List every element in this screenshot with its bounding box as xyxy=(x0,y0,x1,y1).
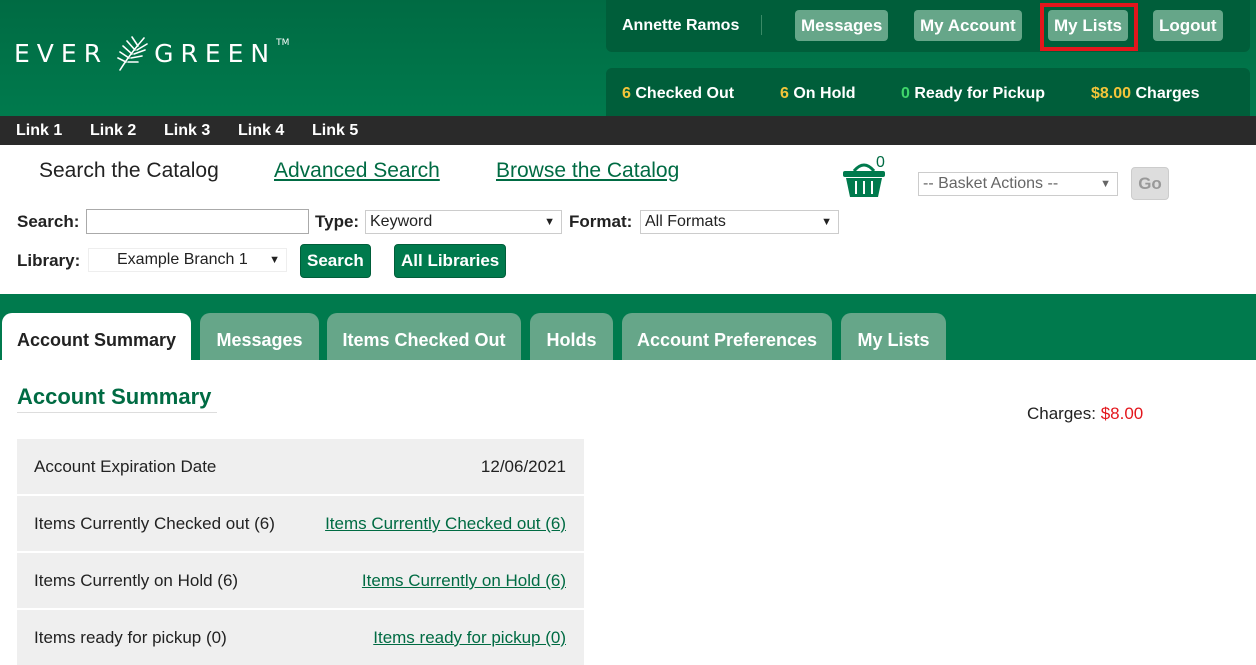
on-hold-count: 6 xyxy=(780,85,789,102)
tab-holds[interactable]: Holds xyxy=(530,313,613,360)
chevron-down-icon: ▼ xyxy=(269,254,280,266)
summary-row-label: Account Expiration Date xyxy=(34,457,217,476)
summary-row-ready-pickup: Items ready for pickup (0) Items ready f… xyxy=(17,610,584,665)
checked-out-link[interactable]: Items Currently Checked out (6) xyxy=(325,514,566,534)
logo-text-left: EVER xyxy=(14,38,109,68)
on-hold-status[interactable]: 6 On Hold xyxy=(780,85,856,103)
type-label: Type: xyxy=(315,212,360,231)
account-summary-heading: Account Summary xyxy=(17,384,212,409)
basket-actions-value: -- Basket Actions -- xyxy=(923,175,1059,192)
fern-icon xyxy=(117,36,148,71)
link-2[interactable]: Link 2 xyxy=(90,122,136,140)
checked-out-status[interactable]: 6 Checked Out xyxy=(622,85,734,103)
on-hold-link[interactable]: Items Currently on Hold (6) xyxy=(362,571,566,591)
library-select[interactable]: Example Branch 1 ▼ xyxy=(88,248,287,272)
user-bar: Annette Ramos Messages My Account My Lis… xyxy=(606,0,1250,52)
library-value: Example Branch 1 xyxy=(117,251,248,268)
summary-row-checked-out: Items Currently Checked out (6) Items Cu… xyxy=(17,496,584,551)
summary-row-label: Items Currently Checked out (6) xyxy=(34,514,275,533)
type-select[interactable]: Keyword ▼ xyxy=(365,210,562,234)
browse-catalog-link[interactable]: Browse the Catalog xyxy=(496,159,679,183)
chevron-down-icon: ▼ xyxy=(1100,178,1111,190)
username: Annette Ramos xyxy=(622,17,740,34)
basket-actions-select[interactable]: -- Basket Actions -- ▼ xyxy=(918,172,1118,196)
charges-summary-label: Charges: xyxy=(1027,404,1096,423)
link-1[interactable]: Link 1 xyxy=(16,122,62,140)
type-value: Keyword xyxy=(370,213,433,230)
chevron-down-icon: ▼ xyxy=(544,216,555,228)
checked-out-count: 6 xyxy=(622,85,631,102)
account-status-bar: 6 Checked Out 6 On Hold 0 Ready for Pick… xyxy=(606,68,1250,116)
expiration-date-value: 12/06/2021 xyxy=(480,457,566,476)
charges-summary: Charges: $8.00 xyxy=(1027,404,1143,424)
tab-my-lists[interactable]: My Lists xyxy=(841,313,946,360)
account-tabs-bar: Account Summary Messages Items Checked O… xyxy=(0,294,1256,360)
tab-messages[interactable]: Messages xyxy=(200,313,319,360)
charges-amount: $8.00 xyxy=(1091,85,1132,102)
summary-row-expiration: Account Expiration Date 12/06/2021 xyxy=(17,439,584,494)
charges-status[interactable]: $8.00 Charges xyxy=(1091,85,1200,103)
charges-summary-amount: $8.00 xyxy=(1100,404,1144,423)
link-4[interactable]: Link 4 xyxy=(238,122,284,140)
search-catalog-title: Search the Catalog xyxy=(39,159,219,182)
logo-text-right: GREEN xyxy=(154,38,277,68)
link-5[interactable]: Link 5 xyxy=(312,122,358,140)
heading-divider xyxy=(17,412,217,413)
tab-account-preferences[interactable]: Account Preferences xyxy=(622,313,832,360)
search-input[interactable] xyxy=(86,209,309,234)
summary-row-label: Items ready for pickup (0) xyxy=(34,628,227,647)
format-label: Format: xyxy=(569,212,633,231)
logo-trademark: TM xyxy=(276,38,290,48)
all-libraries-button[interactable]: All Libraries xyxy=(394,244,507,278)
ready-label: Ready for Pickup xyxy=(914,85,1046,102)
ready-count: 0 xyxy=(901,85,910,102)
checked-out-label: Checked Out xyxy=(635,85,735,102)
search-label: Search: xyxy=(17,212,80,231)
chevron-down-icon: ▼ xyxy=(821,216,832,228)
charges-label: Charges xyxy=(1135,85,1200,102)
tab-account-summary[interactable]: Account Summary xyxy=(2,313,191,360)
summary-row-label: Items Currently on Hold (6) xyxy=(34,571,239,590)
on-hold-label: On Hold xyxy=(793,85,856,102)
ready-pickup-link[interactable]: Items ready for pickup (0) xyxy=(373,628,566,648)
go-button[interactable]: Go xyxy=(1131,167,1169,200)
search-button[interactable]: Search xyxy=(300,244,371,278)
link-3[interactable]: Link 3 xyxy=(164,122,210,140)
messages-button[interactable]: Messages xyxy=(795,10,889,41)
links-bar: Link 1 Link 2 Link 3 Link 4 Link 5 xyxy=(0,116,1256,145)
site-header: EVER GREEN TM Annette Ramos Messages My … xyxy=(0,0,1256,116)
ready-for-pickup-status[interactable]: 0 Ready for Pickup xyxy=(901,85,1045,103)
my-account-button[interactable]: My Account xyxy=(914,10,1022,41)
library-label: Library: xyxy=(17,251,81,270)
format-select[interactable]: All Formats ▼ xyxy=(640,210,839,234)
summary-row-on-hold: Items Currently on Hold (6) Items Curren… xyxy=(17,553,584,608)
logout-button[interactable]: Logout xyxy=(1153,10,1223,41)
divider xyxy=(761,15,762,35)
evergreen-logo[interactable]: EVER GREEN TM xyxy=(14,32,289,74)
advanced-search-link[interactable]: Advanced Search xyxy=(274,159,440,183)
basket-count: 0 xyxy=(876,154,885,171)
tab-items-checked-out[interactable]: Items Checked Out xyxy=(327,313,521,360)
format-value: All Formats xyxy=(645,213,726,230)
my-lists-highlight-box xyxy=(1040,3,1138,51)
